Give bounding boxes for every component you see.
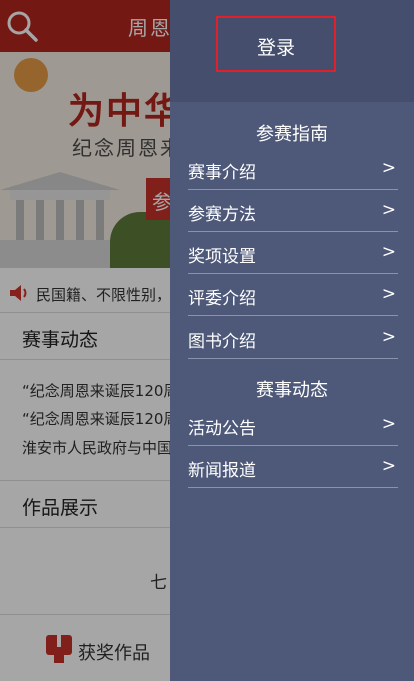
menu-group-title-news: 赛事动态 <box>256 380 328 401</box>
chevron-right-icon: > <box>381 158 396 178</box>
menu-item-books[interactable]: 图书介绍 > <box>188 317 398 359</box>
menu-item-event-intro[interactable]: 赛事介绍 > <box>188 148 398 190</box>
menu-item-label: 图书介绍 <box>188 332 256 352</box>
login-button[interactable]: 登录 <box>216 16 336 72</box>
menu-item-how-to-enter[interactable]: 参赛方法 > <box>188 190 398 232</box>
menu-item-news-reports[interactable]: 新闻报道 > <box>188 446 398 488</box>
login-label: 登录 <box>256 37 295 59</box>
chevron-right-icon: > <box>381 327 396 347</box>
menu-item-label: 活动公告 <box>188 419 256 439</box>
side-drawer: 登录 参赛指南 赛事介绍 > 参赛方法 > 奖项设置 > 评委介绍 > 图书介绍… <box>170 0 414 681</box>
chevron-right-icon: > <box>381 242 396 262</box>
menu-item-label: 评委介绍 <box>188 289 256 309</box>
menu-item-label: 奖项设置 <box>188 247 256 267</box>
menu-item-announcements[interactable]: 活动公告 > <box>188 404 398 446</box>
drawer-header: 登录 <box>170 0 414 102</box>
menu-group-title-guide: 参赛指南 <box>256 124 328 145</box>
menu-item-judges[interactable]: 评委介绍 > <box>188 274 398 316</box>
menu-item-label: 新闻报道 <box>188 461 256 481</box>
menu-item-awards[interactable]: 奖项设置 > <box>188 232 398 274</box>
chevron-right-icon: > <box>381 200 396 220</box>
menu-item-label: 赛事介绍 <box>188 163 256 183</box>
menu-item-label: 参赛方法 <box>188 205 256 225</box>
chevron-right-icon: > <box>381 284 396 304</box>
chevron-right-icon: > <box>381 456 396 476</box>
chevron-right-icon: > <box>381 414 396 434</box>
